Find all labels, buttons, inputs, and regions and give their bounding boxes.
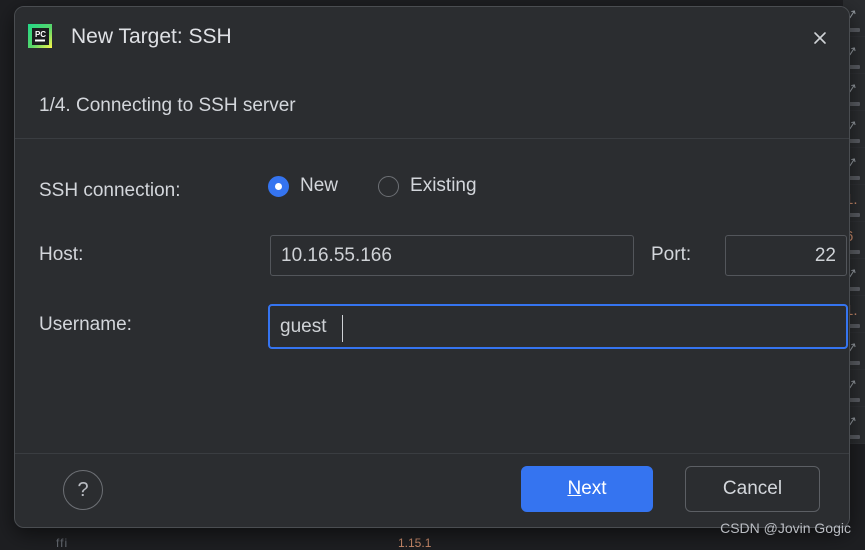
host-label: Host: <box>39 244 84 265</box>
radio-label-new: New <box>300 175 339 196</box>
help-icon: ? <box>77 478 89 501</box>
radio-unselected-icon <box>378 175 400 197</box>
radio-option-existing[interactable]: Existing <box>378 175 477 197</box>
ssh-connection-row: SSH connection: New Existing <box>39 175 835 209</box>
background-bottom-text: ffi <box>56 536 69 550</box>
dialog-footer: ? Next Cancel <box>15 454 849 527</box>
pycharm-icon: PC <box>25 21 55 51</box>
port-input[interactable] <box>725 235 847 276</box>
ssh-connection-label: SSH connection: <box>39 180 181 201</box>
radio-label-existing: Existing <box>410 175 477 196</box>
screen: ↗↗↗↗↗1.6↗1.↗↗↗ ffi 1.15.1 PC <box>0 0 865 550</box>
background-bottom-number: 1.15.1 <box>398 536 432 550</box>
username-input[interactable] <box>270 306 846 347</box>
username-label: Username: <box>39 314 132 335</box>
step-label: 1/4. Connecting to SSH server <box>39 95 296 116</box>
cancel-button-label: Cancel <box>722 478 783 499</box>
host-row: Host: Port: <box>39 235 847 279</box>
cancel-button[interactable]: Cancel <box>685 466 820 512</box>
host-input[interactable] <box>270 235 634 276</box>
new-target-ssh-dialog: PC New Target: SSH 1/4. Connecting to SS… <box>14 6 850 528</box>
port-label: Port: <box>651 244 692 265</box>
close-icon[interactable] <box>805 23 835 53</box>
next-button[interactable]: Next <box>521 466 653 512</box>
dialog-title: New Target: SSH <box>71 25 232 48</box>
dialog-header: PC New Target: SSH <box>15 7 849 69</box>
next-button-label: ext <box>581 478 607 499</box>
username-input-wrapper[interactable] <box>268 304 848 349</box>
svg-text:PC: PC <box>35 30 46 39</box>
ssh-connection-radio-group: New Existing <box>268 175 477 197</box>
radio-option-new[interactable]: New <box>268 175 338 197</box>
radio-selected-icon <box>268 175 289 197</box>
text-caret <box>342 315 343 342</box>
username-row: Username: <box>39 304 848 350</box>
next-button-mnemonic: N <box>567 478 582 499</box>
help-button[interactable]: ? <box>63 470 103 510</box>
dialog-body: SSH connection: New Existing Host: Port: <box>15 139 849 453</box>
